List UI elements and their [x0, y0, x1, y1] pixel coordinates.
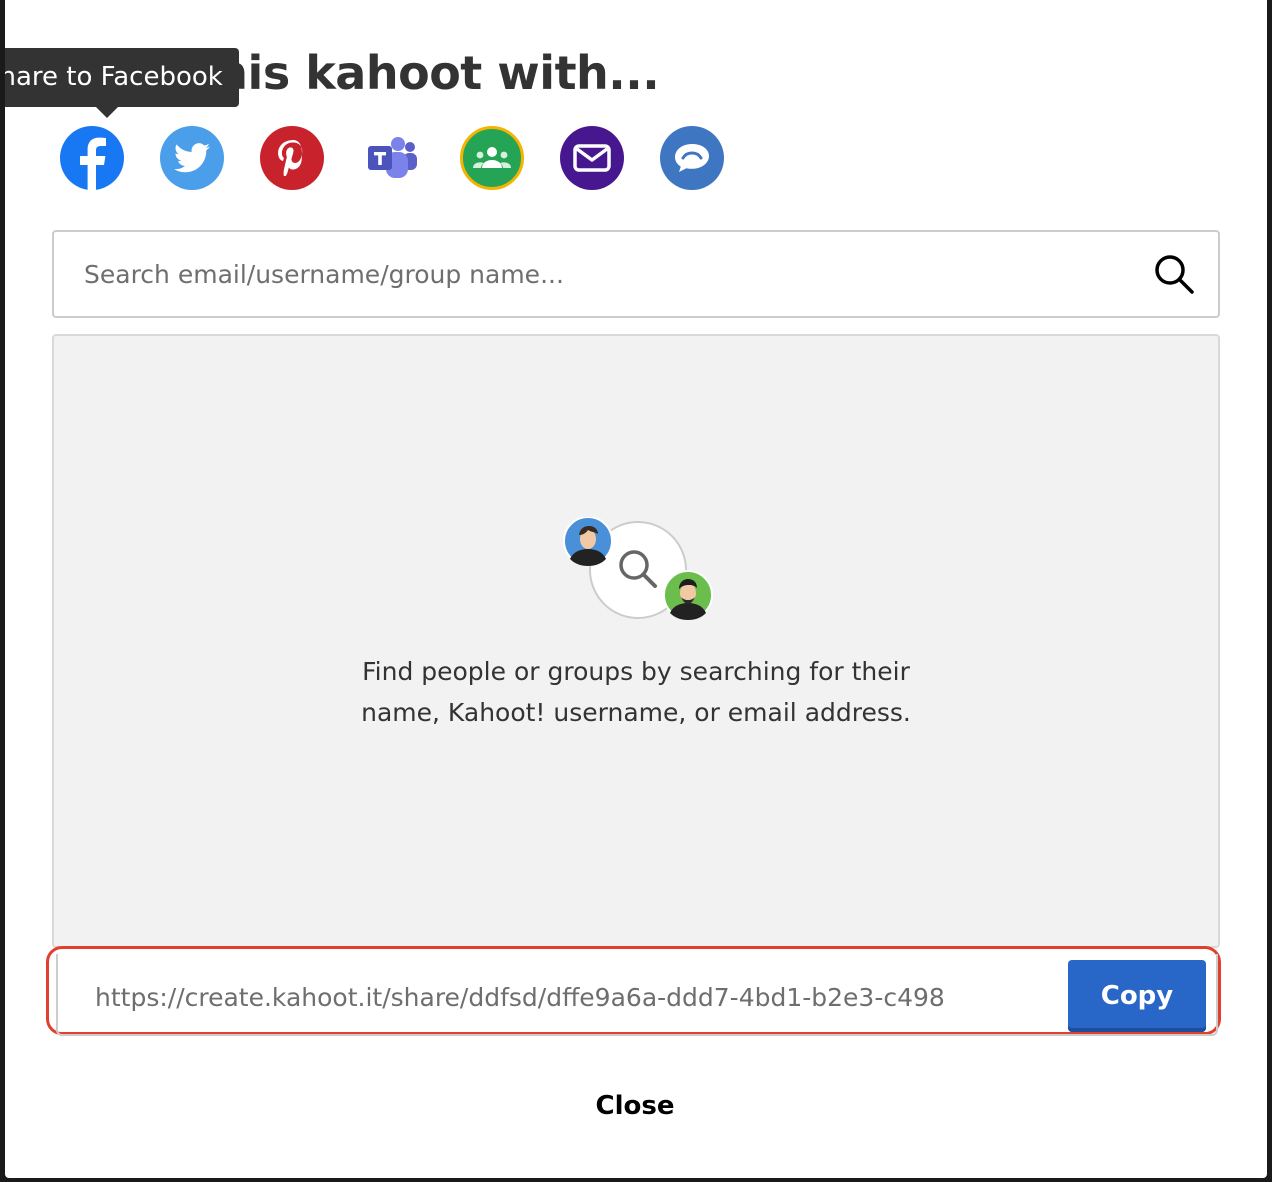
people-search-illustration	[563, 517, 713, 620]
share-google-classroom-button[interactable]	[460, 126, 524, 190]
remind-icon	[675, 144, 709, 172]
share-remind-button[interactable]	[660, 126, 724, 190]
search-input[interactable]	[84, 232, 1124, 316]
share-link-highlight: Copy	[46, 946, 1221, 1036]
tooltip-arrow	[96, 107, 118, 118]
share-email-button[interactable]	[560, 126, 624, 190]
share-teams-button[interactable]	[360, 126, 424, 190]
tooltip-label: Share to Facebook	[5, 62, 223, 92]
avatar	[563, 517, 613, 566]
close-button[interactable]: Close	[560, 1078, 710, 1134]
empty-state-message: Find people or groups by searching for t…	[54, 651, 1218, 733]
share-tooltip: Share to Facebook	[5, 48, 239, 107]
search-icon[interactable]	[1152, 252, 1196, 296]
search-box	[52, 230, 1220, 318]
backdrop	[1267, 0, 1272, 1182]
share-modal: Share this kahoot with... Share to Faceb…	[5, 0, 1267, 1178]
share-buttons	[60, 126, 724, 190]
avatar	[663, 570, 713, 620]
twitter-icon	[174, 143, 210, 173]
google-classroom-icon	[473, 147, 511, 168]
search-results-panel: Find people or groups by searching for t…	[52, 334, 1220, 948]
share-facebook-button[interactable]	[60, 126, 124, 190]
share-twitter-button[interactable]	[160, 126, 224, 190]
microsoft-teams-icon	[368, 137, 417, 178]
share-link-field[interactable]	[95, 958, 1075, 1036]
share-pinterest-button[interactable]	[260, 126, 324, 190]
copy-button[interactable]: Copy	[1068, 960, 1206, 1032]
empty-state-line: Find people or groups by searching for t…	[362, 657, 910, 686]
share-link-box: Copy	[56, 954, 1218, 1036]
facebook-icon	[80, 137, 106, 190]
email-icon	[573, 144, 611, 172]
backdrop	[0, 1178, 1272, 1182]
pinterest-icon	[278, 140, 303, 176]
empty-state-line: name, Kahoot! username, or email address…	[361, 698, 911, 727]
